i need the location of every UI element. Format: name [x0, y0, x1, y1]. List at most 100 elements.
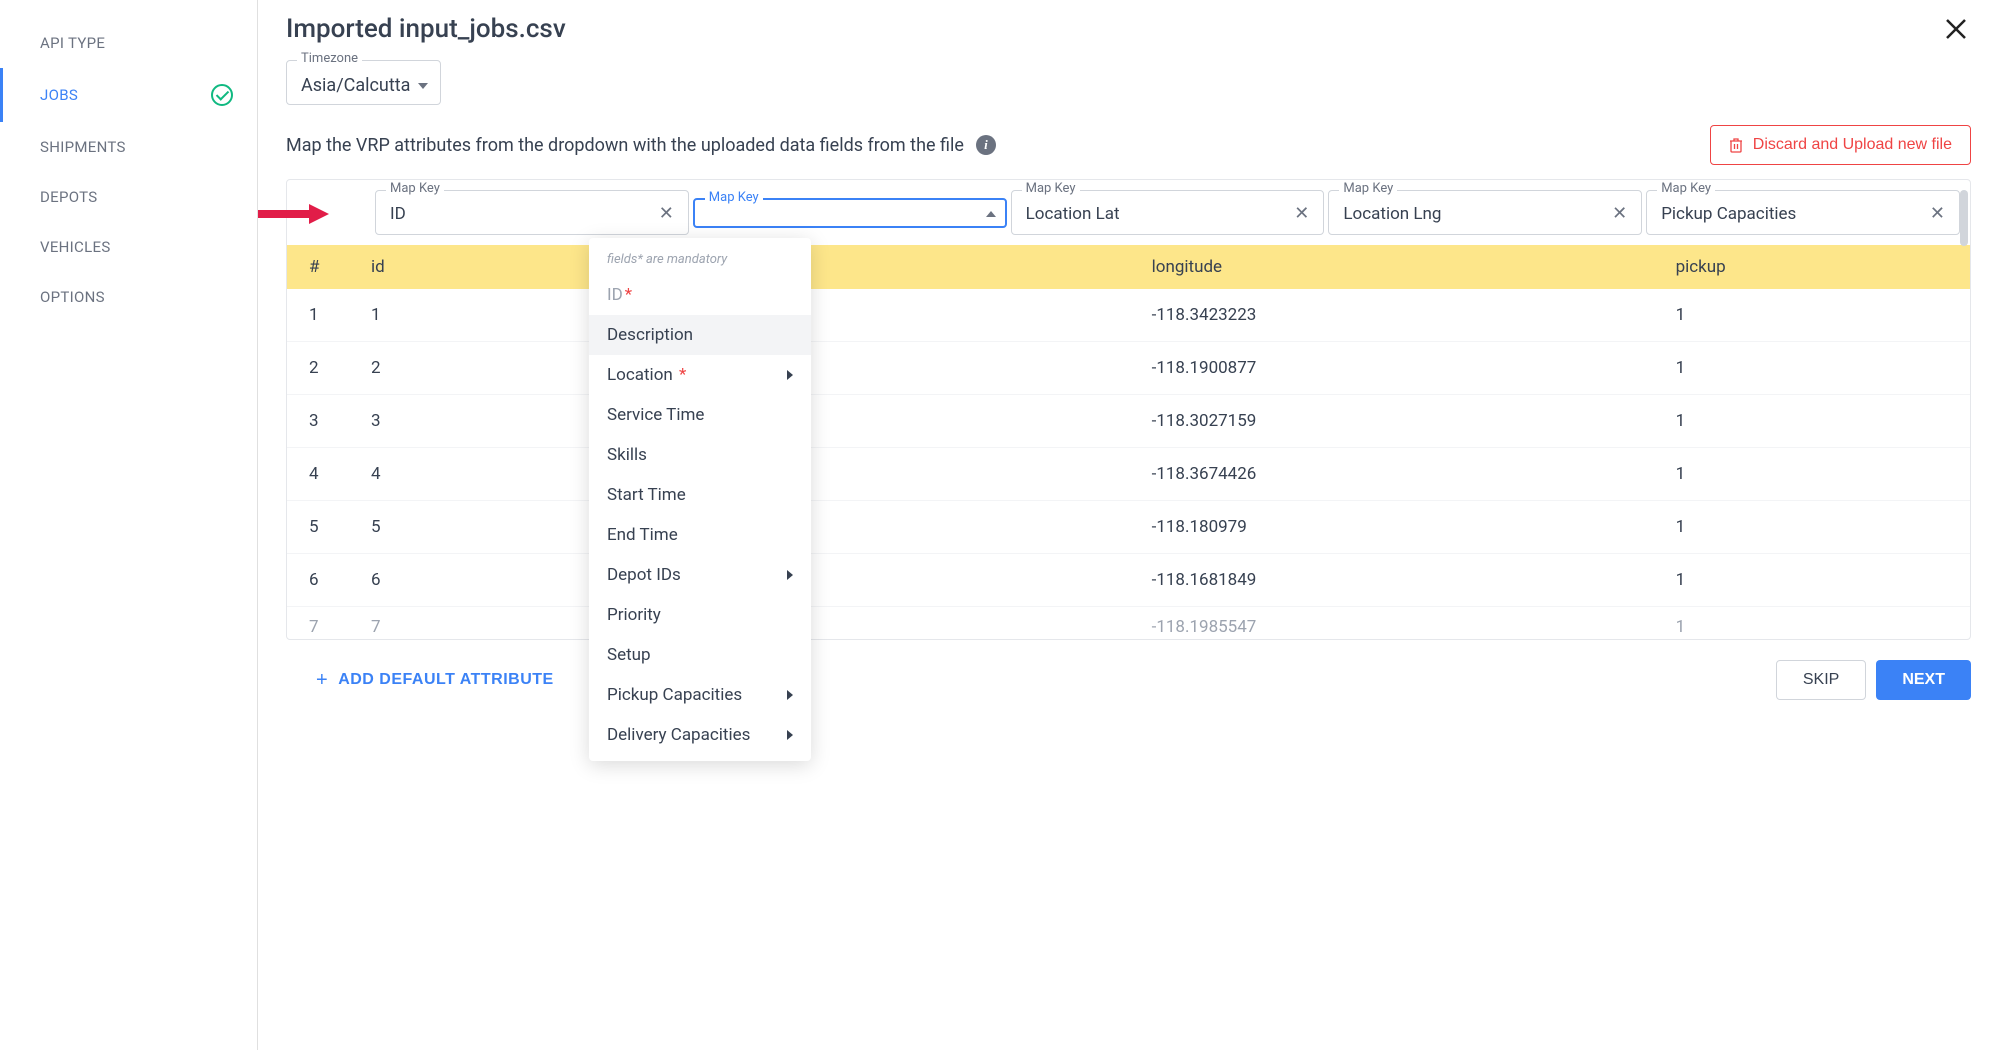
table-cell: 1	[1662, 501, 1970, 554]
clear-mapkey-button[interactable]: ✕	[1290, 203, 1313, 224]
dropdown-item-end-time[interactable]: End Time	[589, 515, 811, 555]
sidebar-item-options[interactable]: OPTIONS	[0, 272, 257, 322]
chevron-right-icon	[787, 690, 793, 700]
table-cell: 5	[357, 501, 522, 554]
col-header: longitude	[1138, 245, 1662, 289]
info-icon[interactable]: i	[976, 135, 996, 155]
table-cell: 6	[357, 554, 522, 607]
discard-label: Discard and Upload new file	[1753, 136, 1952, 154]
table-cell: 1	[1662, 607, 1970, 640]
skip-button[interactable]: SKIP	[1776, 660, 1866, 700]
col-header: id	[357, 245, 522, 289]
table-cell: -118.180979	[1138, 501, 1662, 554]
close-button[interactable]	[1945, 16, 1967, 46]
table-row: 3333.93663089-118.30271591	[287, 395, 1970, 448]
table-cell: -118.3674426	[1138, 448, 1662, 501]
caret-down-icon	[418, 83, 428, 89]
mapkey-row: Map Key ID ✕ Map Key Map Key Location La…	[287, 180, 1970, 245]
table-cell: 3	[357, 395, 522, 448]
dropdown-item-service-time[interactable]: Service Time	[589, 395, 811, 435]
mapkey-label: Map Key	[1339, 181, 1397, 196]
check-circle-icon	[211, 84, 233, 106]
table-row: 1133.95148072-118.34232231	[287, 289, 1970, 342]
timezone-label: Timezone	[297, 51, 362, 66]
table-row: 6634.07578815-118.16818491	[287, 554, 1970, 607]
sidebar-item-api-type[interactable]: API TYPE	[0, 18, 257, 68]
page-title: Imported input_jobs.csv	[286, 14, 1971, 44]
dropdown-item-pickup-capacities[interactable]: Pickup Capacities	[589, 675, 811, 715]
dropdown-item-description[interactable]: Description	[589, 315, 811, 355]
add-attr-label: ADD DEFAULT ATTRIBUTE	[338, 671, 554, 689]
mapkey-select-4[interactable]: Map Key Pickup Capacities ✕	[1646, 190, 1960, 235]
table-row: 2233.8991758-118.19008771	[287, 342, 1970, 395]
dropdown-item-priority[interactable]: Priority	[589, 595, 811, 635]
mapkey-select-2[interactable]: Map Key Location Lat ✕	[1011, 190, 1325, 235]
table-cell: 1	[1662, 289, 1970, 342]
clear-mapkey-button[interactable]: ✕	[1608, 203, 1631, 224]
dropdown-item-start-time[interactable]: Start Time	[589, 475, 811, 515]
trash-icon	[1729, 137, 1743, 153]
table-row: 4433.96470035-118.36744261	[287, 448, 1970, 501]
sidebar-item-jobs[interactable]: JOBS	[0, 68, 257, 122]
dropdown-item-delivery-capacities[interactable]: Delivery Capacities	[589, 715, 811, 755]
add-default-attribute-button[interactable]: + ADD DEFAULT ATTRIBUTE	[286, 669, 554, 692]
table-header-row: # id latitude longitude pickup	[287, 245, 1970, 289]
table-cell: 1	[287, 289, 357, 342]
next-button[interactable]: NEXT	[1876, 660, 1971, 700]
chevron-right-icon	[787, 730, 793, 740]
dropdown-item-setup[interactable]: Setup	[589, 635, 811, 675]
timezone-value: Asia/Calcutta	[301, 75, 410, 96]
dropdown-item-skills[interactable]: Skills	[589, 435, 811, 475]
mapkey-select-3[interactable]: Map Key Location Lng ✕	[1328, 190, 1642, 235]
table-cell: -118.3423223	[1138, 289, 1662, 342]
sidebar-item-depots[interactable]: DEPOTS	[0, 172, 257, 222]
close-icon	[1945, 18, 1967, 40]
sidebar-item-vehicles[interactable]: VEHICLES	[0, 222, 257, 272]
col-header: #	[287, 245, 357, 289]
sidebar-item-label: SHIPMENTS	[40, 138, 126, 156]
table-cell: 1	[1662, 395, 1970, 448]
table-cell: 1	[1662, 554, 1970, 607]
timezone-select[interactable]: Timezone Asia/Calcutta	[286, 60, 441, 105]
scrollbar-thumb[interactable]	[1960, 190, 1968, 246]
mapkey-value: ID	[390, 204, 406, 224]
sidebar-item-shipments[interactable]: SHIPMENTS	[0, 122, 257, 172]
table-cell: 1	[1662, 448, 1970, 501]
table-row: 5533.90587021-118.1809791	[287, 501, 1970, 554]
dropdown-hint: fields* are mandatory	[589, 244, 811, 275]
mapkey-value: Location Lat	[1026, 204, 1120, 224]
mapping-table: Map Key ID ✕ Map Key Map Key Location La…	[286, 179, 1971, 640]
discard-upload-button[interactable]: Discard and Upload new file	[1710, 125, 1971, 165]
plus-icon: +	[316, 669, 328, 692]
footer: + ADD DEFAULT ATTRIBUTE ING SKIP NEXT	[286, 640, 1971, 720]
table-cell: 4	[357, 448, 522, 501]
table-cell: -118.1985547	[1138, 607, 1662, 640]
table-cell: 5	[287, 501, 357, 554]
table-row: 7733.90068544-118.19855471	[287, 607, 1970, 640]
sidebar-item-label: VEHICLES	[40, 238, 111, 256]
chevron-right-icon	[787, 570, 793, 580]
mapkey-select-0[interactable]: Map Key ID ✕	[375, 190, 689, 235]
sidebar-item-label: OPTIONS	[40, 288, 105, 306]
table-scroll-area[interactable]: # id latitude longitude pickup 1133.9514…	[287, 245, 1970, 639]
col-header: pickup	[1662, 245, 1970, 289]
mapkey-label: Map Key	[705, 190, 763, 205]
mapkey-label: Map Key	[386, 181, 444, 196]
mapkey-label: Map Key	[1022, 181, 1080, 196]
dropdown-item-depot-ids[interactable]: Depot IDs	[589, 555, 811, 595]
table-cell: 2	[357, 342, 522, 395]
clear-mapkey-button[interactable]: ✕	[1926, 203, 1949, 224]
table-cell: 3	[287, 395, 357, 448]
table-cell: 7	[287, 607, 357, 640]
sidebar: API TYPE JOBS SHIPMENTS DEPOTS VEHICLES …	[0, 0, 258, 1050]
dropdown-item-location[interactable]: Location *	[589, 355, 811, 395]
instruction-text: Map the VRP attributes from the dropdown…	[286, 135, 964, 156]
table-cell: 6	[287, 554, 357, 607]
mapkey-select-1[interactable]: Map Key	[693, 198, 1007, 228]
table-cell: -118.3027159	[1138, 395, 1662, 448]
sidebar-item-label: DEPOTS	[40, 188, 98, 206]
mapkey-dropdown: fields* are mandatory ID* Description Lo…	[589, 238, 811, 761]
table-cell: 1	[1662, 342, 1970, 395]
dropdown-item-id: ID*	[589, 275, 811, 315]
clear-mapkey-button[interactable]: ✕	[655, 203, 678, 224]
